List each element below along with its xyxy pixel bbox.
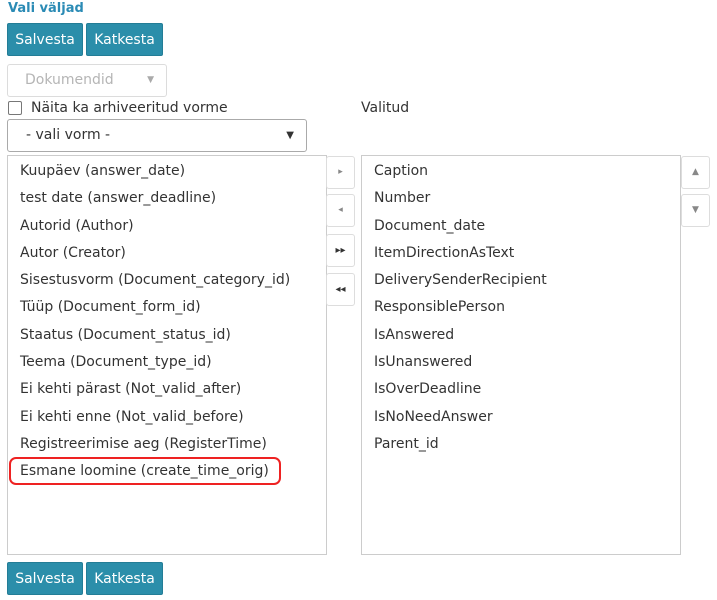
list-item[interactable]: Teema (Document_type_id) <box>8 349 326 376</box>
list-item[interactable]: Ei kehti enne (Not_valid_before) <box>8 404 326 431</box>
show-archived-label: Näita ka arhiveeritud vorme <box>31 100 228 116</box>
list-item[interactable]: Autor (Creator) <box>8 240 326 267</box>
form-select[interactable]: - vali vorm - ▼ <box>7 119 307 152</box>
list-item[interactable]: Parent_id <box>362 431 680 458</box>
chevron-down-icon: ▼ <box>286 130 294 141</box>
list-item[interactable]: Autorid (Author) <box>8 213 326 240</box>
list-item[interactable]: Tüüp (Document_form_id) <box>8 294 326 321</box>
move-right-button[interactable]: ▸ <box>326 156 355 189</box>
list-item[interactable]: IsOverDeadline <box>362 376 680 403</box>
list-item[interactable]: Sisestusvorm (Document_category_id) <box>8 267 326 294</box>
save-button-top[interactable]: Salvesta <box>7 23 83 56</box>
list-item[interactable]: ItemDirectionAsText <box>362 240 680 267</box>
list-item[interactable]: Document_date <box>362 213 680 240</box>
form-select-value: - vali vorm - <box>26 127 111 143</box>
list-item[interactable]: Kuupäev (answer_date) <box>8 158 326 185</box>
list-item[interactable]: Ei kehti pärast (Not_valid_after) <box>8 376 326 403</box>
cancel-button-bottom[interactable]: Katkesta <box>86 562 163 595</box>
chevron-left-icon: ◂ <box>338 205 343 215</box>
move-all-left-button[interactable]: ◂◂ <box>326 273 355 306</box>
list-item[interactable]: IsAnswered <box>362 322 680 349</box>
available-fields-list[interactable]: Kuupäev (answer_date) test date (answer_… <box>7 155 327 555</box>
list-item[interactable]: ResponsiblePerson <box>362 294 680 321</box>
double-chevron-right-icon: ▸▸ <box>335 245 346 256</box>
list-item[interactable]: Number <box>362 185 680 212</box>
list-item[interactable]: test date (answer_deadline) <box>8 185 326 212</box>
arrow-down-icon: ▼ <box>692 205 699 215</box>
chevron-right-icon: ▸ <box>338 167 343 177</box>
list-item[interactable]: DeliverySenderRecipient <box>362 267 680 294</box>
list-item[interactable]: Registreerimise aeg (RegisterTime) <box>8 431 326 458</box>
selected-fields-heading: Valitud <box>361 100 410 116</box>
move-left-button[interactable]: ◂ <box>326 194 355 227</box>
list-item[interactable]: IsNoNeedAnswer <box>362 404 680 431</box>
documents-dropdown-value: Dokumendid <box>25 72 114 88</box>
cancel-button-top[interactable]: Katkesta <box>86 23 163 56</box>
move-up-button[interactable]: ▲ <box>681 156 710 189</box>
move-down-button[interactable]: ▼ <box>681 194 710 227</box>
documents-dropdown[interactable]: Dokumendid ▼ <box>7 64 167 97</box>
list-item[interactable]: IsUnanswered <box>362 349 680 376</box>
save-button-bottom[interactable]: Salvesta <box>7 562 83 595</box>
double-chevron-left-icon: ◂◂ <box>335 284 346 295</box>
arrow-up-icon: ▲ <box>692 167 699 177</box>
list-item[interactable]: Caption <box>362 158 680 185</box>
page-title: Vali väljad <box>8 1 84 16</box>
list-item[interactable]: Esmane loomine (create_time_orig) <box>8 458 326 485</box>
show-archived-checkbox[interactable] <box>8 101 22 115</box>
selected-fields-list[interactable]: Caption Number Document_date ItemDirecti… <box>361 155 681 555</box>
chevron-down-icon: ▼ <box>147 75 154 85</box>
move-all-right-button[interactable]: ▸▸ <box>326 234 355 267</box>
list-item[interactable]: Staatus (Document_status_id) <box>8 322 326 349</box>
